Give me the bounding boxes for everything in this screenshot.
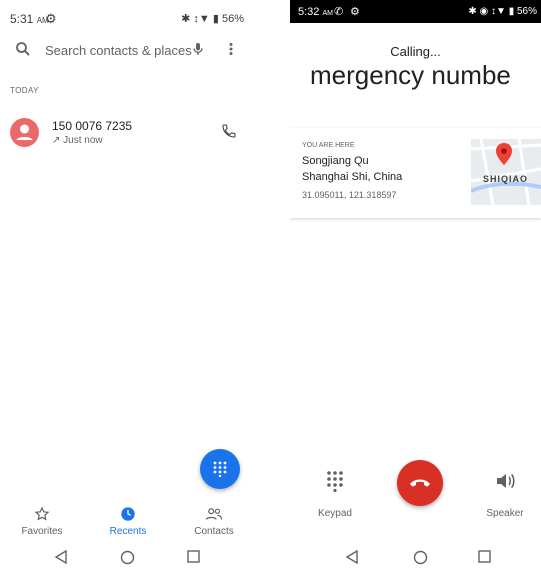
battery-percent: 56% bbox=[221, 13, 244, 25]
home-button[interactable] bbox=[413, 550, 428, 570]
location-card[interactable]: YOU ARE HERE Songjiang Qu Shanghai Shi, … bbox=[290, 128, 541, 218]
recents-apps-button[interactable] bbox=[478, 550, 491, 568]
end-call-button[interactable] bbox=[397, 460, 443, 506]
call-back-phone-icon[interactable] bbox=[221, 123, 237, 144]
call-number: 150 0076 7235 bbox=[52, 119, 133, 133]
recents-apps-button[interactable] bbox=[187, 550, 200, 568]
tab-recents-label: Recents bbox=[109, 526, 147, 537]
home-button[interactable] bbox=[120, 550, 135, 570]
dialpad-icon bbox=[213, 461, 227, 477]
call-state-label: Calling... bbox=[390, 44, 441, 59]
status-icons: ✱ ↕▼ ▮ 56% bbox=[181, 13, 244, 25]
speaker-button[interactable]: Speaker bbox=[482, 470, 528, 519]
battery-percent: 56% bbox=[516, 6, 537, 17]
status-icons: ✱ ◉ ↕▼ ▮ 56% bbox=[468, 6, 537, 17]
tab-contacts[interactable]: Contacts bbox=[179, 506, 249, 537]
tab-favorites[interactable]: Favorites bbox=[7, 506, 77, 537]
status-bar: 5:31 AM ⚙ ✱ ↕▼ ▮ 56% bbox=[0, 0, 252, 38]
status-time: 5:31 AM bbox=[10, 12, 49, 26]
map-thumbnail[interactable]: SHIQIAO bbox=[471, 139, 541, 205]
location-coordinates: 31.095011, 121.318597 bbox=[302, 190, 397, 200]
call-status-icon: ✆ bbox=[334, 6, 344, 18]
system-navigation-bar bbox=[0, 546, 252, 570]
keypad-button[interactable]: Keypad bbox=[312, 470, 358, 519]
location-city: Shanghai Shi, China bbox=[302, 171, 403, 183]
tab-favorites-label: Favorites bbox=[21, 526, 63, 537]
star-icon bbox=[7, 506, 77, 524]
people-icon bbox=[179, 506, 249, 524]
settings-notification-icon: ⚙ bbox=[45, 11, 57, 26]
speaker-icon bbox=[497, 473, 515, 489]
speaker-label: Speaker bbox=[486, 508, 524, 519]
avatar bbox=[10, 118, 39, 147]
search-input[interactable]: Search contacts & places bbox=[45, 43, 192, 58]
status-bar: 5:32 AM ✆ ⚙ ✱ ◉ ↕▼ ▮ 56% bbox=[290, 0, 541, 23]
panel-divider bbox=[252, 0, 290, 570]
back-button[interactable] bbox=[54, 549, 68, 569]
back-button[interactable] bbox=[345, 549, 359, 569]
clock-icon bbox=[93, 506, 163, 524]
section-header-today: TODAY bbox=[10, 86, 39, 95]
keypad-label: Keypad bbox=[318, 508, 352, 519]
in-call-screen: 5:32 AM ✆ ⚙ ✱ ◉ ↕▼ ▮ 56% Calling... merg… bbox=[290, 0, 541, 570]
dialpad-fab[interactable] bbox=[200, 449, 240, 489]
status-time: 5:32 AM bbox=[298, 6, 333, 18]
location-district: Songjiang Qu bbox=[302, 155, 369, 167]
search-icon[interactable] bbox=[14, 40, 32, 63]
call-log-row[interactable]: 150 0076 7235 ↗ Just now bbox=[0, 112, 252, 152]
callee-name: mergency numbe bbox=[310, 60, 511, 90]
hang-up-icon bbox=[410, 479, 430, 487]
mic-icon[interactable] bbox=[190, 40, 206, 63]
tab-contacts-label: Contacts bbox=[194, 526, 234, 537]
map-label: SHIQIAO bbox=[483, 174, 529, 184]
keypad-icon bbox=[327, 471, 343, 492]
settings-notification-icon: ⚙ bbox=[350, 6, 360, 18]
location-header: YOU ARE HERE bbox=[302, 142, 355, 149]
search-bar[interactable]: Search contacts & places bbox=[0, 36, 252, 64]
call-subtitle: ↗ Just now bbox=[52, 135, 103, 146]
more-options-icon[interactable] bbox=[226, 40, 236, 63]
dialer-recents-screen: 5:31 AM ⚙ ✱ ↕▼ ▮ 56% Search contacts & p… bbox=[0, 0, 252, 570]
call-time: Just now bbox=[63, 135, 103, 146]
system-navigation-bar bbox=[290, 546, 541, 570]
outgoing-arrow-icon: ↗ bbox=[52, 135, 61, 146]
bottom-navigation: Favorites Recents Contacts bbox=[0, 506, 252, 546]
tab-recents[interactable]: Recents bbox=[93, 506, 163, 537]
